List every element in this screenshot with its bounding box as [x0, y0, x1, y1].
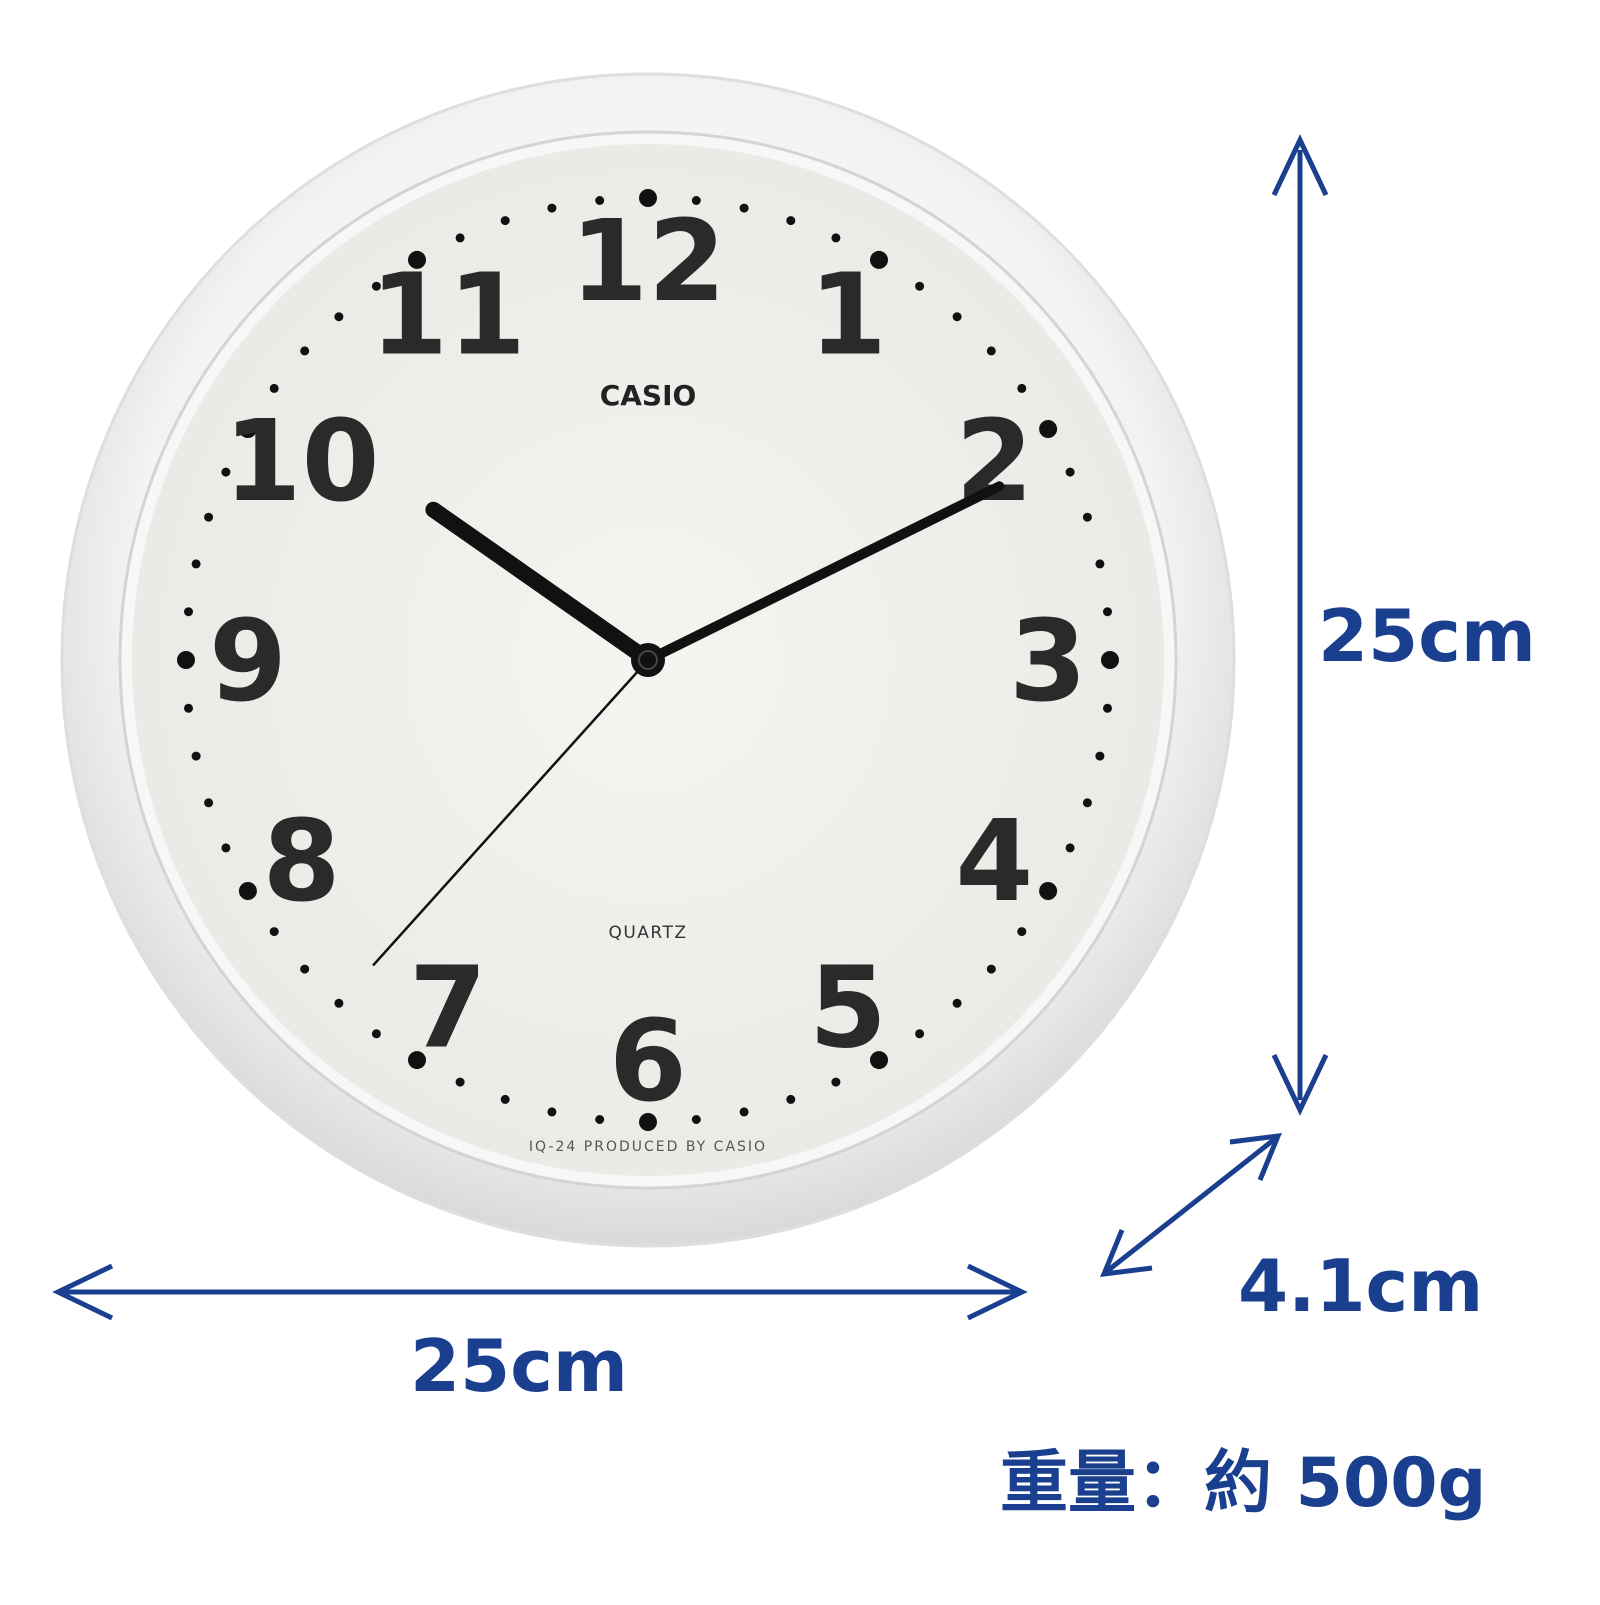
minute-dot: [300, 964, 310, 974]
numeral-12: 12: [570, 197, 726, 327]
height-label: 25cm: [1318, 594, 1536, 678]
minute-dot: [1065, 467, 1075, 477]
minute-dot: [269, 927, 279, 937]
minute-dot: [1103, 607, 1112, 617]
minute-dot: [191, 751, 201, 761]
hour-dot: [1039, 882, 1058, 900]
minute-dot: [831, 1077, 841, 1087]
numeral-11: 11: [370, 251, 526, 381]
hour-dot: [1101, 651, 1119, 669]
hour-dot: [177, 651, 195, 669]
minute-dot: [204, 512, 214, 522]
minute-dot: [547, 203, 557, 213]
minute-dot: [500, 1094, 510, 1104]
minute-dot: [831, 233, 841, 243]
movement-label: QUARTZ: [608, 923, 687, 943]
minute-dot: [204, 798, 214, 808]
width-arrow: [52, 1263, 1028, 1321]
minute-dot: [1065, 843, 1075, 853]
minute-dot: [952, 312, 962, 322]
minute-dot: [371, 1029, 381, 1039]
minute-dot: [500, 216, 510, 226]
minute-dot: [595, 1115, 605, 1124]
numeral-10: 10: [224, 397, 380, 527]
model-line: IQ-24 PRODUCED BY CASIO: [529, 1139, 767, 1155]
minute-dot: [786, 216, 796, 226]
minute-dot: [1103, 703, 1112, 713]
hour-dot: [1039, 420, 1058, 438]
numeral-7: 7: [409, 943, 487, 1073]
minute-dot: [334, 312, 344, 322]
minute-dot: [184, 703, 193, 713]
hour-dot: [238, 882, 257, 900]
minute-dot: [547, 1107, 557, 1117]
minute-dot: [915, 1029, 925, 1039]
minute-dot: [1017, 383, 1027, 393]
minute-dot: [786, 1094, 796, 1104]
minute-dot: [739, 203, 749, 213]
minute-dot: [191, 559, 201, 569]
minute-dot: [915, 281, 925, 291]
depth-label: 4.1cm: [1238, 1244, 1484, 1328]
minute-dot: [691, 1115, 701, 1124]
minute-dot: [455, 233, 465, 243]
numeral-4: 4: [955, 797, 1033, 927]
minute-dot: [1017, 927, 1027, 937]
numeral-3: 3: [1009, 597, 1087, 727]
numeral-6: 6: [609, 997, 687, 1127]
minute-dot: [739, 1107, 749, 1117]
minute-dot: [300, 346, 310, 356]
minute-dot: [221, 843, 231, 853]
numeral-8: 8: [263, 797, 341, 927]
numeral-9: 9: [209, 597, 287, 727]
minute-dot: [269, 383, 279, 393]
minute-dot: [334, 998, 344, 1008]
minute-dot: [455, 1077, 465, 1087]
numeral-1: 1: [809, 251, 887, 381]
minute-dot: [184, 607, 193, 617]
minute-dot: [1082, 512, 1092, 522]
numeral-5: 5: [809, 943, 887, 1073]
minute-dot: [952, 998, 962, 1008]
minute-dot: [1082, 798, 1092, 808]
minute-dot: [986, 964, 996, 974]
brand-logo: CASIO: [600, 379, 697, 412]
center-cap: [631, 643, 665, 677]
clock-illustration: 12 1234567891011 CASIO QUARTZ IQ-24 PRODU…: [52, 72, 1329, 1321]
width-label: 25cm: [410, 1324, 628, 1408]
minute-dot: [1095, 751, 1105, 761]
minute-dot: [986, 346, 996, 356]
weight-label: 重量：約 500g: [1000, 1444, 1487, 1523]
minute-dot: [1095, 559, 1105, 569]
product-image: 12 1 2 3 4 5 6 7 8 9 10 11 CASIO QUARTZ IQ-24 PRODU…: [0, 0, 1600, 1600]
